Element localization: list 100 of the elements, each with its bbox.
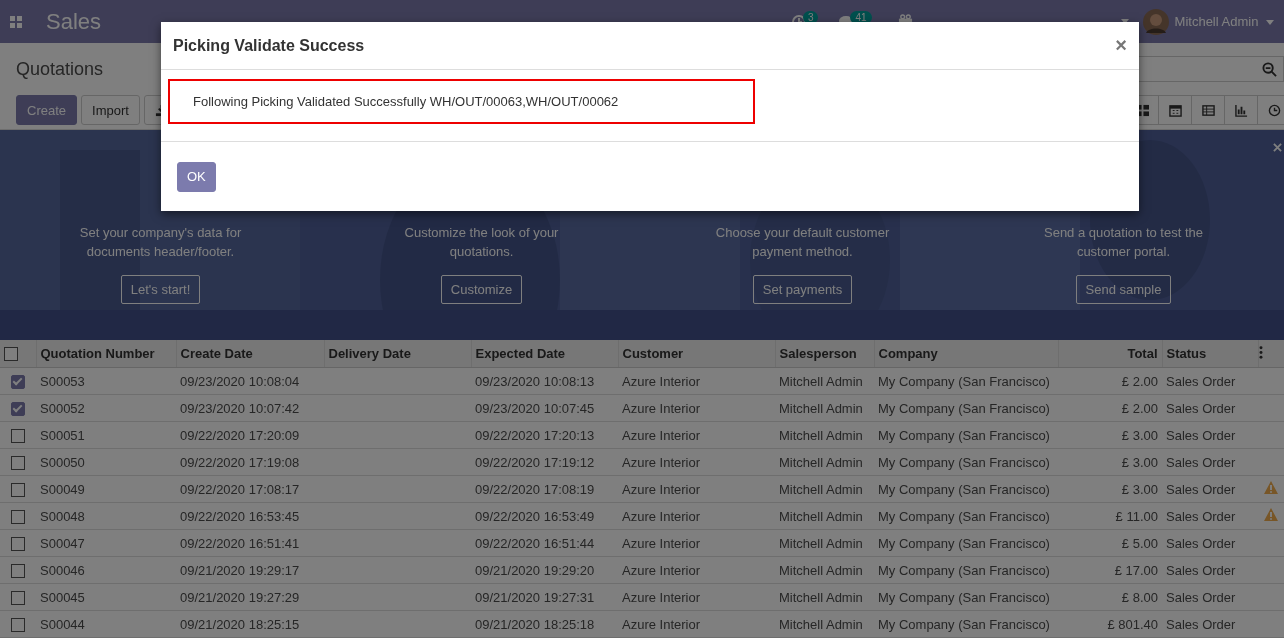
column-header[interactable]: Company	[874, 340, 1058, 368]
table-cell: £ 17.00	[1058, 556, 1162, 584]
table-cell: 09/22/2020 17:19:12	[471, 448, 618, 476]
table-cell: 09/22/2020 17:19:08	[176, 448, 324, 476]
table-cell: Azure Interior	[618, 556, 775, 584]
table-cell: Azure Interior	[618, 583, 775, 611]
column-header[interactable]: Salesperson	[775, 340, 874, 368]
table-cell: My Company (San Francisco)	[874, 610, 1058, 638]
step-button[interactable]: Let's start!	[120, 275, 201, 304]
table-cell: £ 11.00	[1058, 502, 1162, 530]
dialog-title: Picking Validate Success	[173, 36, 365, 55]
column-header[interactable]: Customer	[618, 340, 775, 368]
step-description: Set your company's data for documents header/footer.	[78, 224, 243, 261]
table-cell: 09/21/2020 19:27:31	[471, 583, 618, 611]
step-button[interactable]: Send sample	[1075, 275, 1172, 304]
table-cell: S00044	[36, 610, 176, 638]
table-cell: Mitchell Admin	[775, 583, 874, 611]
table-cell: 09/21/2020 18:25:15	[176, 610, 324, 638]
table-cell: S00047	[36, 529, 176, 557]
step-button[interactable]: Set payments	[752, 275, 853, 304]
column-header[interactable]: Quotation Number	[36, 340, 176, 368]
table-cell: Azure Interior	[618, 421, 775, 449]
table-cell: £ 3.00	[1058, 475, 1162, 503]
table-cell: £ 8.00	[1058, 583, 1162, 611]
table-cell: My Company (San Francisco)	[874, 475, 1058, 503]
column-header[interactable]: Total	[1058, 340, 1162, 368]
table-cell: 09/23/2020 10:07:42	[176, 394, 324, 422]
table-cell: Azure Interior	[618, 367, 775, 395]
table-cell: 09/21/2020 18:25:18	[471, 610, 618, 638]
table-cell: Azure Interior	[618, 529, 775, 557]
table-cell: Mitchell Admin	[775, 529, 874, 557]
table-cell: 09/22/2020 17:20:13	[471, 421, 618, 449]
table-cell: My Company (San Francisco)	[874, 529, 1058, 557]
table-cell: Sales Order	[1162, 421, 1258, 449]
table-cell: £ 2.00	[1058, 367, 1162, 395]
table-cell: S00049	[36, 475, 176, 503]
app-name: Sales	[46, 8, 102, 35]
table-cell: 09/21/2020 19:29:20	[471, 556, 618, 584]
ok-button[interactable]: OK	[177, 161, 216, 192]
table-cell: Sales Order	[1162, 529, 1258, 557]
table-cell: £ 2.00	[1058, 394, 1162, 422]
table-cell: Azure Interior	[618, 475, 775, 503]
table-cell: Azure Interior	[618, 610, 775, 638]
table-cell: My Company (San Francisco)	[874, 421, 1058, 449]
table-cell: S00048	[36, 502, 176, 530]
table-cell: 09/22/2020 16:51:44	[471, 529, 618, 557]
table-cell: £ 3.00	[1058, 421, 1162, 449]
step-description: Choose your default customer payment method.	[714, 224, 891, 261]
table-cell: S00051	[36, 421, 176, 449]
table-cell: 09/22/2020 16:51:41	[176, 529, 324, 557]
table-cell: Sales Order	[1162, 583, 1258, 611]
step-description: Send a quotation to test the customer portal.	[1043, 224, 1204, 261]
table-cell: 09/21/2020 19:27:29	[176, 583, 324, 611]
table-cell: Azure Interior	[618, 394, 775, 422]
table-cell: S00046	[36, 556, 176, 584]
toolbar-button[interactable]: Import	[81, 95, 140, 125]
table-cell: S00053	[36, 367, 176, 395]
table-cell: 09/23/2020 10:08:13	[471, 367, 618, 395]
table-cell: My Company (San Francisco)	[874, 556, 1058, 584]
table-cell: Sales Order	[1162, 448, 1258, 476]
table-cell: S00050	[36, 448, 176, 476]
table-cell: 09/23/2020 10:08:04	[176, 367, 324, 395]
table-cell: My Company (San Francisco)	[874, 583, 1058, 611]
table-cell: S00045	[36, 583, 176, 611]
table-cell: Mitchell Admin	[775, 556, 874, 584]
table-cell: 09/22/2020 17:20:09	[176, 421, 324, 449]
step-description: Customize the look of your quotations.	[403, 224, 560, 261]
table-cell: My Company (San Francisco)	[874, 448, 1058, 476]
table-cell: 09/22/2020 17:08:17	[176, 475, 324, 503]
table-cell: £ 5.00	[1058, 529, 1162, 557]
table-cell: Mitchell Admin	[775, 421, 874, 449]
table-cell: £ 3.00	[1058, 448, 1162, 476]
table-cell: Sales Order	[1162, 475, 1258, 503]
table-cell: Sales Order	[1162, 556, 1258, 584]
table-cell: Sales Order	[1162, 610, 1258, 638]
column-header[interactable]: Delivery Date	[324, 340, 471, 368]
column-header[interactable]: Status	[1162, 340, 1258, 368]
column-header[interactable]: Expected Date	[471, 340, 618, 368]
table-cell: 09/22/2020 16:53:49	[471, 502, 618, 530]
table-cell: S00052	[36, 394, 176, 422]
column-header[interactable]: Create Date	[176, 340, 324, 368]
table-cell: Mitchell Admin	[775, 448, 874, 476]
toolbar-button[interactable]: Create	[16, 95, 78, 125]
table-cell: Sales Order	[1162, 367, 1258, 395]
table-cell: Azure Interior	[618, 502, 775, 530]
table-cell: Mitchell Admin	[775, 610, 874, 638]
table-cell: 09/22/2020 17:08:19	[471, 475, 618, 503]
table-cell: 09/22/2020 16:53:45	[176, 502, 324, 530]
close-button[interactable]: ×	[1115, 34, 1127, 57]
table-cell: Mitchell Admin	[775, 394, 874, 422]
table-cell: £ 801.40	[1058, 610, 1162, 638]
table-cell: Azure Interior	[618, 448, 775, 476]
user-menu[interactable]: Mitchell Admin	[1174, 14, 1274, 29]
message-text: Following Picking Validated Successfully WH/OUT/00063,WH/OUT/00062	[193, 94, 619, 109]
table-cell: Mitchell Admin	[775, 475, 874, 503]
table-cell: Sales Order	[1162, 502, 1258, 530]
table-cell: 09/21/2020 19:29:17	[176, 556, 324, 584]
table-cell: Mitchell Admin	[775, 367, 874, 395]
table-cell: Sales Order	[1162, 394, 1258, 422]
step-button[interactable]: Customize	[440, 275, 523, 304]
